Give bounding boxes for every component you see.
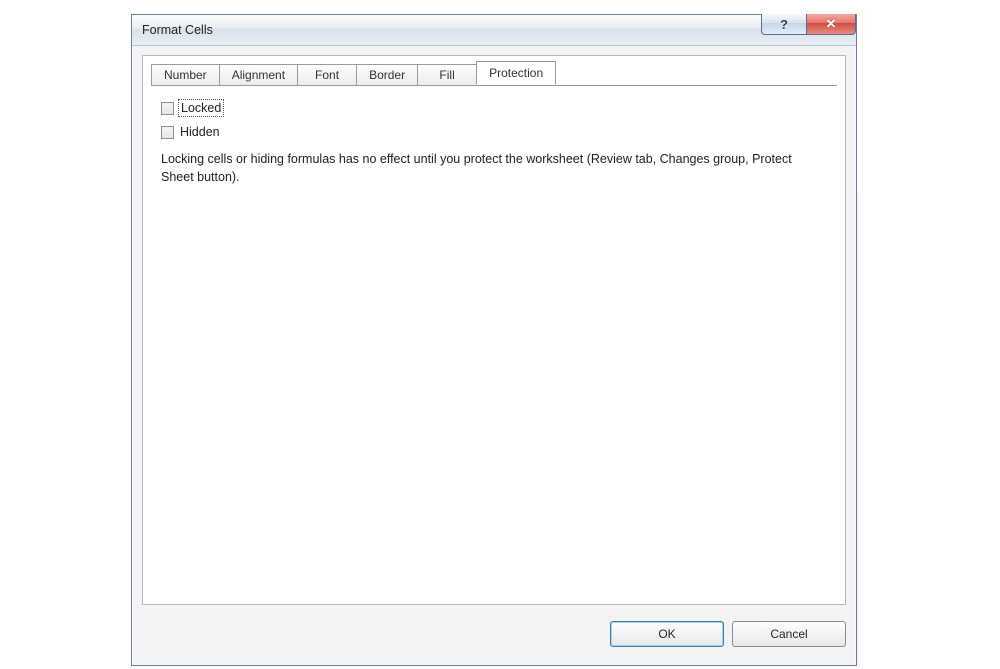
hidden-row: Hidden	[161, 122, 827, 142]
tab-font[interactable]: Font	[297, 64, 357, 86]
titlebar: Format Cells ? ✕	[132, 15, 856, 46]
window-buttons: ? ✕	[761, 14, 856, 35]
hidden-checkbox[interactable]	[161, 126, 174, 139]
help-button[interactable]: ?	[761, 14, 807, 35]
client-area: Number Alignment Font Border Fill Protec…	[142, 55, 846, 653]
help-icon: ?	[780, 17, 788, 32]
ok-button[interactable]: OK	[610, 621, 724, 647]
tab-label: Font	[315, 68, 339, 82]
tab-label: Border	[369, 68, 405, 82]
close-button[interactable]: ✕	[806, 14, 856, 35]
dialog-title: Format Cells	[140, 23, 213, 37]
tab-protection[interactable]: Protection	[476, 61, 556, 85]
locked-label[interactable]: Locked	[180, 101, 222, 115]
ok-label: OK	[658, 627, 675, 641]
protection-note: Locking cells or hiding formulas has no …	[161, 150, 801, 186]
tab-fill[interactable]: Fill	[417, 64, 477, 86]
tab-underline	[151, 85, 837, 86]
tabstrip: Number Alignment Font Border Fill Protec…	[143, 56, 845, 85]
tab-label: Fill	[439, 68, 454, 82]
tabpage-protection: Locked Hidden Locking cells or hiding fo…	[151, 86, 837, 596]
hidden-label[interactable]: Hidden	[180, 125, 220, 139]
tab-label: Protection	[489, 66, 543, 80]
tab-panel: Number Alignment Font Border Fill Protec…	[142, 55, 846, 605]
locked-row: Locked	[161, 98, 827, 118]
close-icon: ✕	[826, 16, 837, 32]
locked-checkbox[interactable]	[161, 102, 174, 115]
dialog-button-bar: OK Cancel	[610, 621, 846, 647]
window-shadow	[856, 193, 860, 669]
cancel-button[interactable]: Cancel	[732, 621, 846, 647]
tab-number[interactable]: Number	[151, 64, 220, 86]
cancel-label: Cancel	[770, 627, 807, 641]
tab-alignment[interactable]: Alignment	[219, 64, 298, 86]
tab-border[interactable]: Border	[356, 64, 418, 86]
tab-label: Number	[164, 68, 207, 82]
tab-label: Alignment	[232, 68, 285, 82]
format-cells-dialog: Format Cells ? ✕ Number Alignment Font B…	[131, 14, 857, 666]
